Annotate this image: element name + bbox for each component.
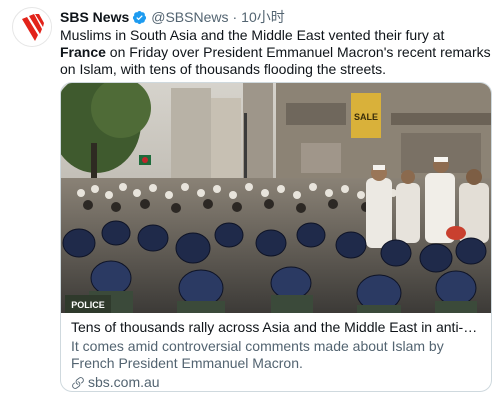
tweet-text-bold: France: [60, 44, 106, 60]
card-image[interactable]: SALE POLICE: [61, 83, 491, 313]
tweet[interactable]: SBS News @SBSNews · 10小时 Muslims in Sout…: [0, 0, 500, 400]
police-vest-text: POLICE: [71, 300, 105, 310]
verified-badge-icon: [133, 10, 147, 24]
separator: ·: [232, 9, 238, 25]
display-name[interactable]: SBS News: [60, 9, 129, 25]
tweet-text-part: Muslims in South Asia and the Middle Eas…: [60, 27, 445, 43]
link-card[interactable]: SALE POLICE Tens of thousands rally acro…: [60, 82, 492, 392]
tweet-text-part: on Friday over President Emmanuel Macron…: [60, 44, 491, 77]
tweet-text: Muslims in South Asia and the Middle Eas…: [60, 27, 492, 78]
tweet-header: SBS News @SBSNews · 10小时: [60, 8, 285, 26]
card-domain[interactable]: sbs.com.au: [71, 374, 485, 391]
timestamp[interactable]: 10小时: [241, 7, 285, 27]
card-text[interactable]: Tens of thousands rally across Asia and …: [71, 319, 485, 391]
card-title[interactable]: Tens of thousands rally across Asia and …: [71, 319, 485, 336]
handle[interactable]: @SBSNews: [151, 9, 228, 25]
sbs-logo-icon: [14, 9, 51, 46]
sale-sign-text: SALE: [354, 112, 378, 122]
link-icon: [72, 376, 84, 389]
card-domain-text[interactable]: sbs.com.au: [88, 374, 160, 391]
protest-photo: SALE POLICE: [61, 83, 491, 313]
avatar[interactable]: [12, 7, 52, 47]
card-description: It comes amid controversial comments mad…: [71, 338, 444, 371]
